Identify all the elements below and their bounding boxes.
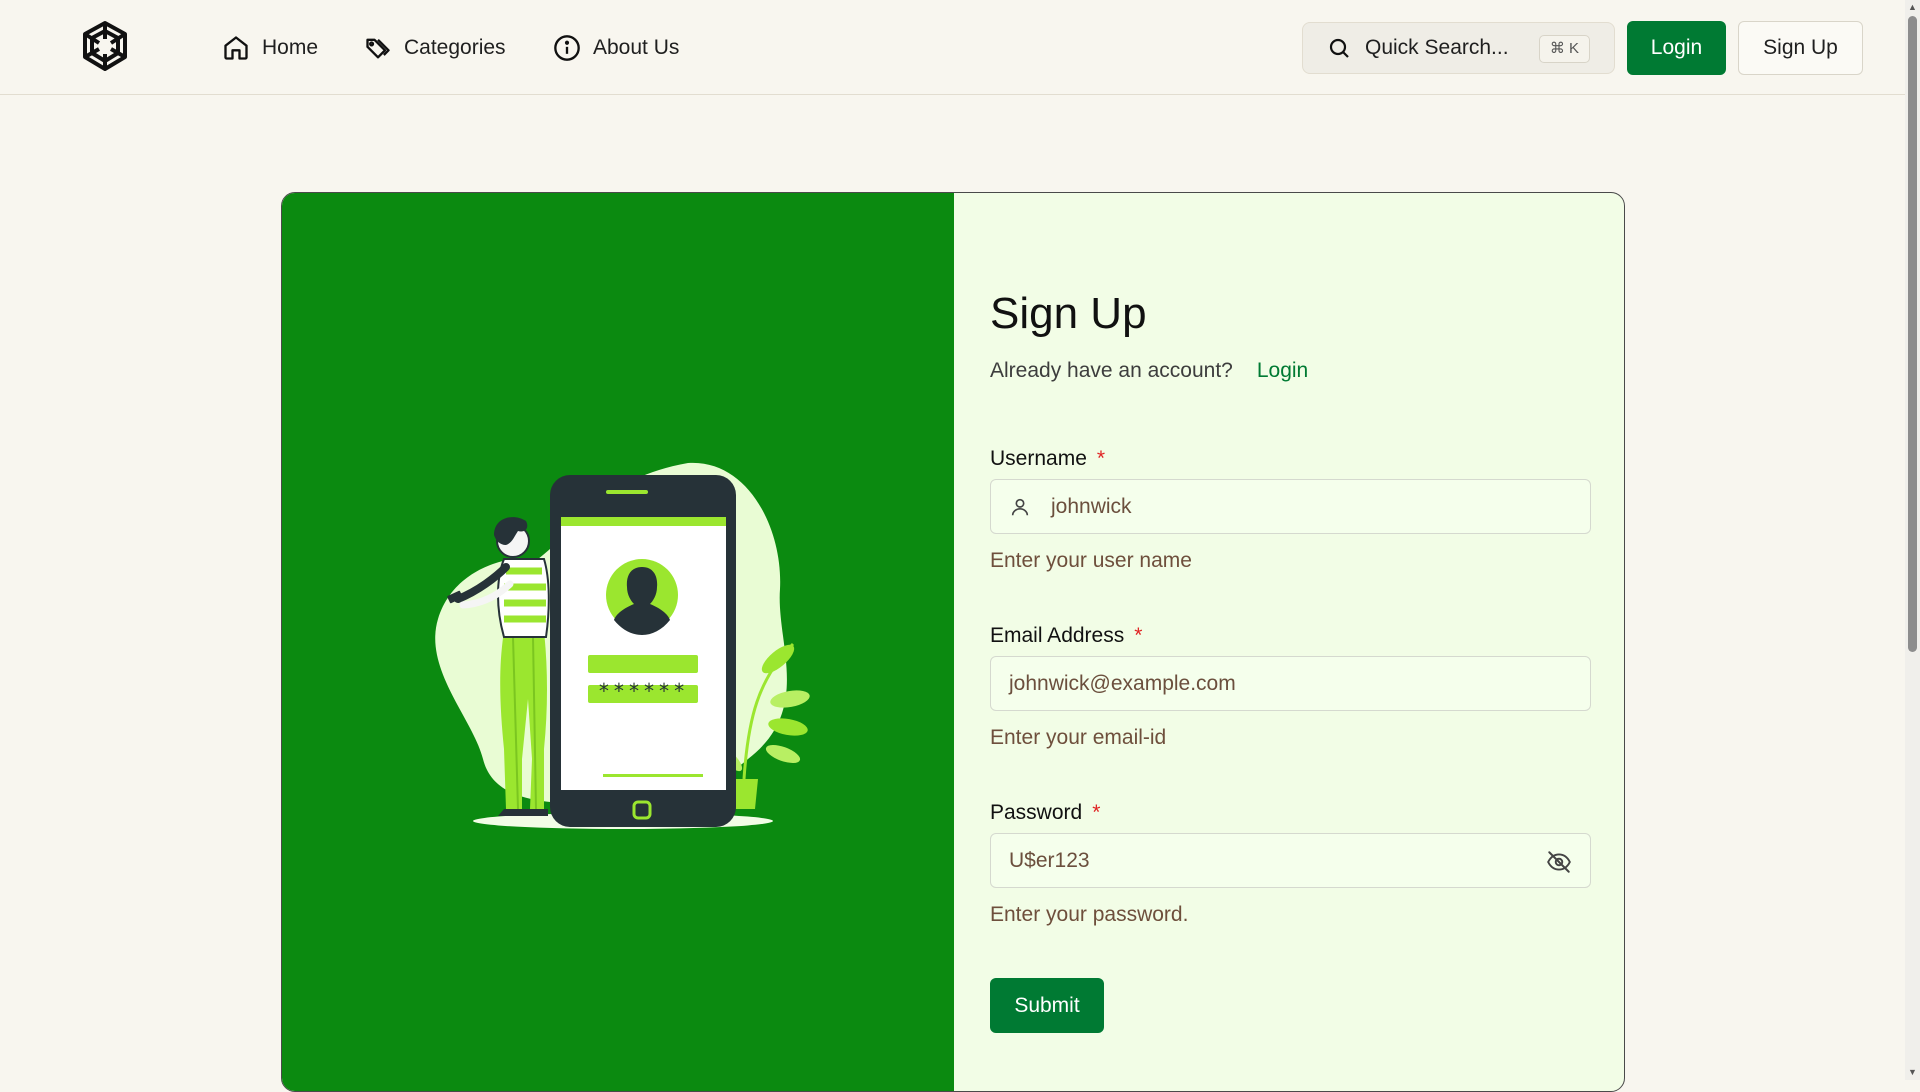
signup-illustration — [435, 462, 810, 829]
user-icon — [1011, 498, 1029, 515]
tag-icon — [366, 38, 390, 59]
submit-button[interactable]: Submit — [990, 978, 1104, 1033]
email-value: johnwick@example.com — [1009, 671, 1236, 695]
email-field[interactable]: johnwick@example.com — [990, 656, 1591, 711]
illustration-panel: ****** — [282, 193, 954, 1091]
header-login-button[interactable]: Login — [1627, 21, 1726, 75]
eye-off-icon[interactable] — [1546, 849, 1572, 875]
password-value: U$er123 — [1009, 848, 1090, 872]
top-navbar: Home Categories About Us Quick Search...… — [0, 0, 1905, 95]
illustration-password-mask: ****** — [597, 679, 689, 703]
username-help: Enter your user name — [990, 549, 1192, 572]
password-label-text: Password — [990, 801, 1083, 824]
login-link[interactable]: Login — [1257, 359, 1308, 383]
username-field[interactable]: johnwick — [990, 479, 1591, 534]
password-required-mark: * — [1092, 801, 1101, 824]
scrollbar[interactable]: ▲ ▼ — [1905, 0, 1920, 1080]
username-value: johnwick — [1051, 494, 1132, 518]
email-required-mark: * — [1134, 624, 1143, 647]
signup-card: ****** Sign Up Already have an account? … — [281, 192, 1625, 1092]
scroll-thumb[interactable] — [1908, 16, 1917, 652]
nav-about-label: About Us — [593, 36, 680, 59]
scroll-up-arrow-icon[interactable]: ▲ — [1907, 2, 1918, 13]
email-label-text: Email Address — [990, 624, 1125, 647]
logo-icon[interactable] — [78, 19, 132, 75]
password-label: Password * — [990, 801, 1100, 825]
info-icon — [554, 35, 580, 61]
nav-categories-label: Categories — [404, 36, 506, 59]
home-icon — [224, 36, 248, 60]
scroll-down-arrow-icon[interactable]: ▼ — [1907, 1067, 1918, 1078]
username-required-mark: * — [1096, 447, 1106, 470]
username-label-text: Username — [990, 447, 1087, 470]
email-label: Email Address * — [990, 624, 1142, 648]
nav-home-label: Home — [262, 36, 319, 59]
header-signup-button[interactable]: Sign Up — [1738, 21, 1863, 75]
nav-about[interactable]: About Us — [553, 30, 679, 66]
signup-form: Sign Up Already have an account? Login U… — [954, 193, 1624, 1091]
password-field[interactable]: U$er123 — [990, 833, 1591, 888]
form-title: Sign Up — [990, 289, 1147, 338]
email-help: Enter your email-id — [990, 726, 1167, 749]
nav-home[interactable]: Home — [222, 30, 318, 66]
account-prompt-row: Already have an account? Login — [990, 359, 1308, 383]
username-label: Username * — [990, 447, 1105, 471]
account-prompt: Already have an account? — [990, 359, 1233, 382]
quick-search[interactable]: Quick Search... ⌘ K — [1302, 22, 1615, 74]
search-shortcut: ⌘ K — [1538, 35, 1590, 63]
search-icon — [1329, 38, 1349, 58]
password-help: Enter your password. — [990, 903, 1189, 926]
nav-categories[interactable]: Categories — [364, 30, 506, 66]
search-placeholder: Quick Search... — [1365, 36, 1509, 59]
